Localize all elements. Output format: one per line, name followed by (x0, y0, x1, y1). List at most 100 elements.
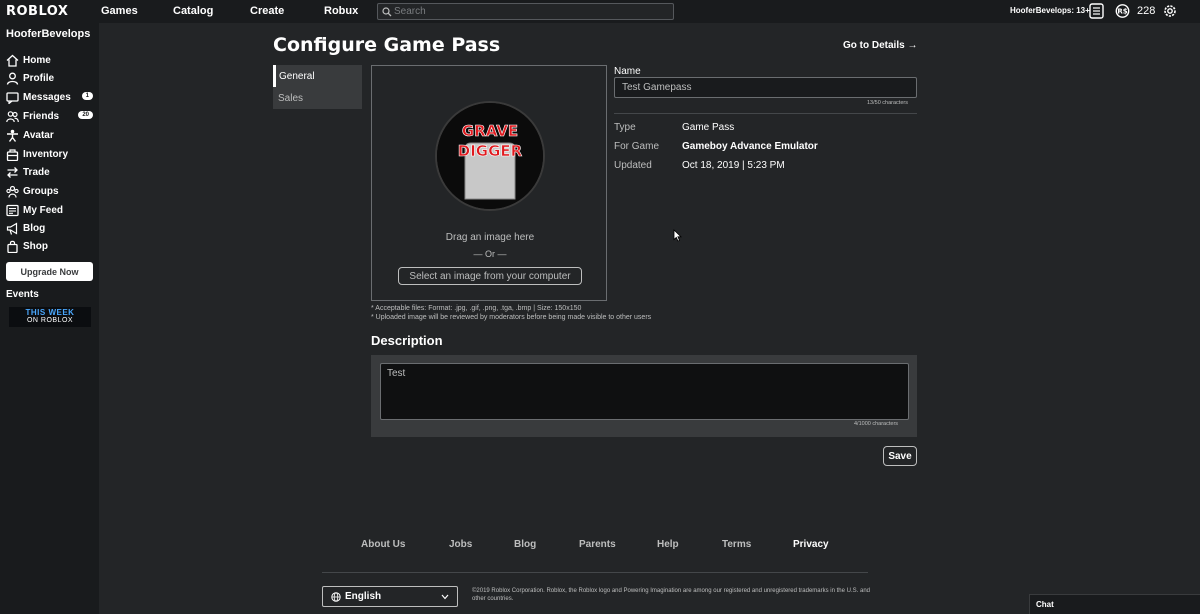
footer-terms[interactable]: Terms (722, 539, 751, 550)
sidebar-item-label: Home (23, 54, 51, 66)
robux-balance[interactable]: 228 (1137, 5, 1155, 17)
inventory-icon (6, 148, 19, 161)
messages-icon (6, 91, 19, 104)
language-value: English (345, 591, 382, 602)
avatar-icon (6, 129, 19, 142)
name-char-count: 13/50 characters (867, 100, 908, 106)
robux-icon[interactable]: R$ (1115, 3, 1130, 19)
shop-icon (6, 240, 19, 253)
sidebar-item-inventory[interactable]: Inventory (6, 146, 95, 162)
sidebar-item-label: Profile (23, 72, 55, 84)
feed-icon (6, 204, 19, 217)
sidebar-item-avatar[interactable]: Avatar (6, 127, 95, 143)
sidebar-item-label: Shop (23, 240, 48, 252)
updated-value: Oct 18, 2019 | 5:23 PM (682, 160, 785, 171)
footer-privacy[interactable]: Privacy (793, 539, 829, 550)
for-game-label: For Game (614, 141, 660, 152)
search-input[interactable] (394, 6, 654, 17)
sidebar-item-friends[interactable]: Friends 20 (6, 108, 95, 124)
sidebar-item-shop[interactable]: Shop (6, 238, 95, 254)
blog-icon (6, 221, 19, 235)
for-game-value[interactable]: Gameboy Advance Emulator (682, 141, 818, 152)
name-field[interactable]: Test Gamepass (614, 77, 917, 98)
friends-count-badge: 20 (78, 111, 93, 119)
top-bar: ROBLOX Games Catalog Create Robux Hoofer… (0, 0, 1200, 23)
sidebar-item-trade[interactable]: Trade (6, 164, 95, 180)
events-banner-line1: THIS WEEK (25, 308, 75, 317)
type-value: Game Pass (682, 122, 735, 133)
drag-image-text: Drag an image here (445, 232, 535, 243)
svg-text:R$: R$ (1117, 8, 1127, 16)
upload-note-moderation: * Uploaded image will be reviewed by mod… (371, 314, 652, 321)
nav-robux[interactable]: Robux (324, 5, 358, 17)
details-divider (614, 113, 917, 114)
upload-note-formats: * Acceptable files: Format: .jpg, .gif, … (371, 305, 582, 312)
sidebar-item-label: Blog (23, 222, 46, 234)
copyright-text: ©2019 Roblox Corporation. Roblox, the Ro… (472, 588, 870, 602)
messages-count-badge: 1 (81, 92, 93, 100)
sidebar-item-messages[interactable]: Messages 1 (6, 89, 95, 105)
description-panel: Test 4/1000 characters (371, 355, 917, 437)
nav-create[interactable]: Create (250, 5, 284, 17)
sidebar-username[interactable]: HooferBevelops (6, 28, 90, 40)
name-label: Name (614, 66, 641, 77)
select-image-button[interactable]: Select an image from your computer (398, 267, 582, 285)
sidebar-item-profile[interactable]: Profile (6, 70, 95, 86)
upgrade-now-button[interactable]: Upgrade Now (6, 262, 93, 281)
image-text-grave: GRAVE (461, 122, 519, 141)
game-pass-image: GRAVE DIGGER (435, 101, 545, 211)
home-icon (6, 54, 19, 67)
globe-icon (331, 591, 341, 602)
page-title: Configure Game Pass (273, 34, 501, 56)
image-text-digger: DIGGER (457, 142, 523, 161)
sidebar: HooferBevelops Home Profile Messages 1 F… (0, 23, 99, 614)
sidebar-item-label: My Feed (23, 204, 64, 216)
sidebar-item-label: Avatar (23, 129, 54, 141)
footer-help[interactable]: Help (657, 539, 679, 550)
sidebar-item-groups[interactable]: Groups (6, 183, 95, 199)
image-upload-dropzone[interactable]: GRAVE DIGGER Drag an image here — Or — S… (371, 65, 607, 301)
sidebar-item-blog[interactable]: Blog (6, 220, 95, 236)
language-select[interactable]: English (322, 586, 458, 607)
footer-parents[interactable]: Parents (579, 539, 616, 550)
footer-about-us[interactable]: About Us (361, 539, 405, 550)
search-box[interactable] (377, 3, 674, 20)
type-label: Type (614, 122, 636, 133)
settings-gear-icon[interactable] (1162, 3, 1178, 19)
events-banner-line2: ON ROBLOX (26, 317, 74, 324)
save-button[interactable]: Save (883, 446, 917, 466)
footer-divider (322, 572, 868, 573)
trade-icon (6, 166, 19, 179)
updated-label: Updated (614, 160, 652, 171)
go-to-details-link[interactable]: Go to Details → (843, 40, 917, 51)
nav-games[interactable]: Games (101, 5, 138, 17)
groups-icon (6, 185, 19, 198)
footer-jobs[interactable]: Jobs (449, 539, 472, 550)
chat-tab[interactable]: Chat (1029, 594, 1200, 614)
sidebar-item-home[interactable]: Home (6, 52, 95, 68)
tab-general[interactable]: General (273, 65, 362, 87)
nav-catalog[interactable]: Catalog (173, 5, 213, 17)
search-icon (382, 6, 392, 17)
chevron-down-icon (441, 594, 449, 600)
sidebar-item-my-feed[interactable]: My Feed (6, 202, 95, 218)
or-separator: — Or — (473, 249, 507, 259)
sidebar-item-label: Trade (23, 166, 50, 178)
sidebar-item-label: Groups (23, 185, 59, 197)
roblox-logo[interactable]: ROBLOX (6, 4, 68, 19)
tab-sales[interactable]: Sales (273, 87, 362, 109)
events-heading: Events (6, 289, 39, 300)
sidebar-item-label: Inventory (23, 148, 69, 160)
top-username[interactable]: HooferBevelops: 13+ (1010, 6, 1090, 15)
friends-icon (6, 110, 19, 123)
mouse-cursor-icon (673, 229, 682, 242)
sidebar-item-label: Messages (23, 91, 71, 103)
sidebar-item-label: Friends (23, 110, 60, 122)
footer-blog[interactable]: Blog (514, 539, 536, 550)
description-textarea[interactable]: Test (380, 363, 909, 420)
profile-icon (6, 72, 19, 85)
notifications-list-icon[interactable] (1089, 3, 1104, 19)
this-week-on-roblox-banner[interactable]: THIS WEEK ON ROBLOX (9, 307, 91, 327)
description-char-count: 4/1000 characters (854, 421, 899, 427)
description-heading: Description (371, 333, 443, 348)
